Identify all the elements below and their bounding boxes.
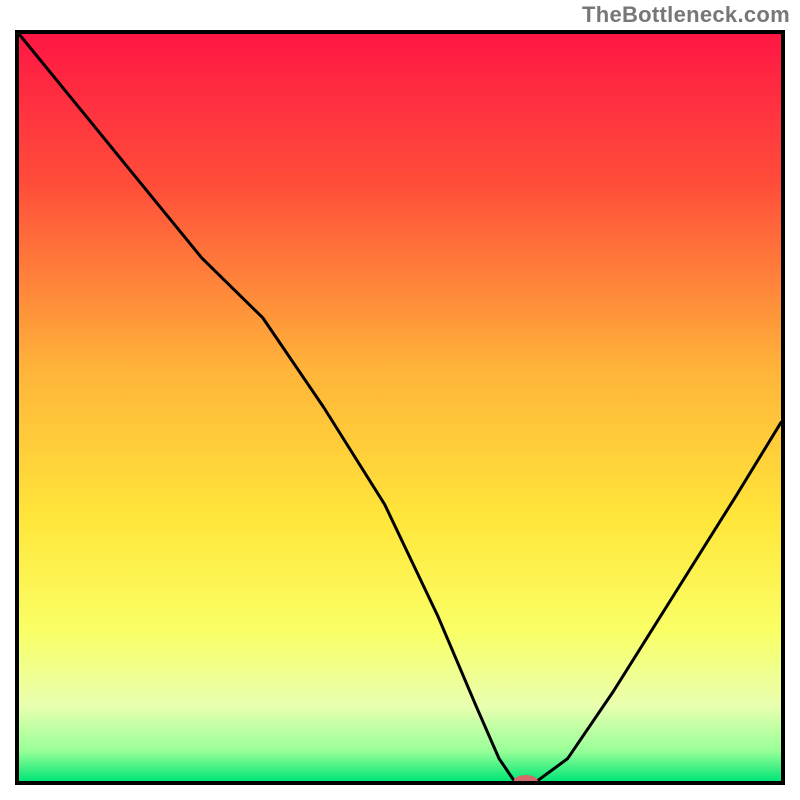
- watermark-label: TheBottleneck.com: [582, 2, 790, 28]
- chart-container: TheBottleneck.com: [0, 0, 800, 800]
- chart-background: [19, 34, 781, 781]
- chart-svg: [15, 30, 785, 785]
- plot-frame: [15, 30, 785, 785]
